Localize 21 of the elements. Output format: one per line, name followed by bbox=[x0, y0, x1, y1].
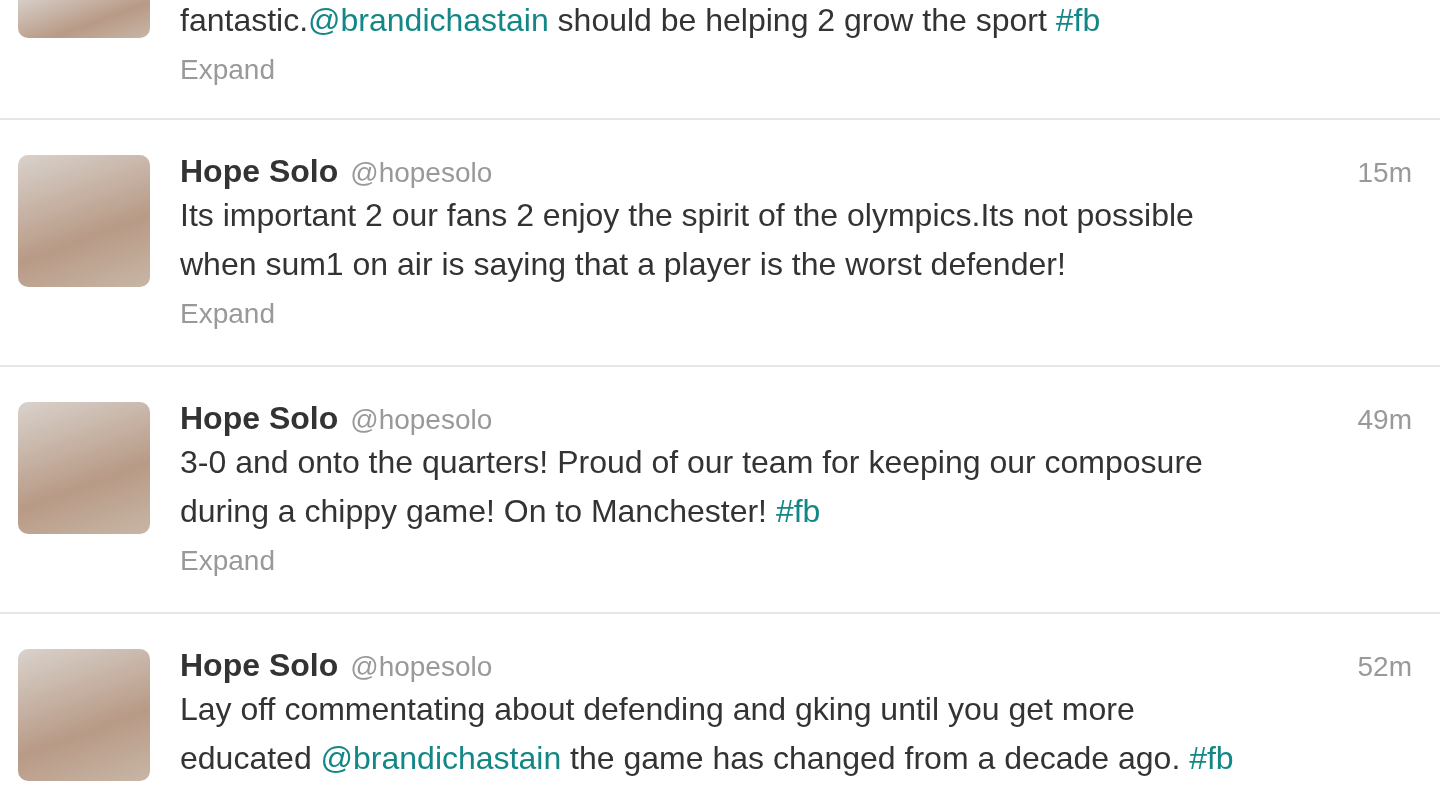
author-name[interactable]: Hope Solo bbox=[180, 398, 339, 438]
tweet-text: Its important 2 our fans 2 enjoy the spirit of the olympics.Its not possible when sum1 on air is saying that a player is the worst defender! bbox=[180, 196, 1195, 284]
tweet-time[interactable]: 15m bbox=[1357, 153, 1412, 193]
mention-link[interactable]: @brandichastain bbox=[308, 2, 549, 38]
author-handle[interactable]: @hopesolo bbox=[350, 153, 493, 193]
tweet-time[interactable]: 49m bbox=[1357, 400, 1412, 440]
author-name[interactable]: Hope Solo bbox=[180, 151, 339, 191]
expand-link[interactable]: Expand bbox=[180, 45, 275, 94]
expand-link[interactable]: Expand bbox=[180, 289, 275, 338]
tweet-text: 3-0 and onto the quarters! Proud of our team for keeping our composure during a chippy game! On to Manchester! #fb bbox=[180, 443, 1204, 531]
hashtag-link[interactable]: #fb bbox=[775, 493, 821, 529]
tweet-text: fantastic.@brandichastain should be helping 2 grow the sport #fb bbox=[180, 1, 1102, 40]
hashtag-link[interactable]: #fb bbox=[1189, 740, 1234, 776]
author-handle[interactable]: @hopesolo bbox=[350, 647, 493, 687]
tweet-time[interactable]: 52m bbox=[1357, 647, 1412, 687]
hashtag-link[interactable]: #fb bbox=[1055, 2, 1101, 38]
author-name[interactable]: Hope Solo bbox=[180, 645, 339, 685]
expand-link[interactable]: Expand bbox=[180, 536, 275, 585]
tweet-text: Lay off commentating about defending and gking until you get more educated @brandichastain the game has changed from a decade ago. #fb bbox=[180, 690, 1235, 778]
mention-link[interactable]: @brandichastain bbox=[320, 740, 562, 776]
author-handle[interactable]: @hopesolo bbox=[350, 400, 493, 440]
